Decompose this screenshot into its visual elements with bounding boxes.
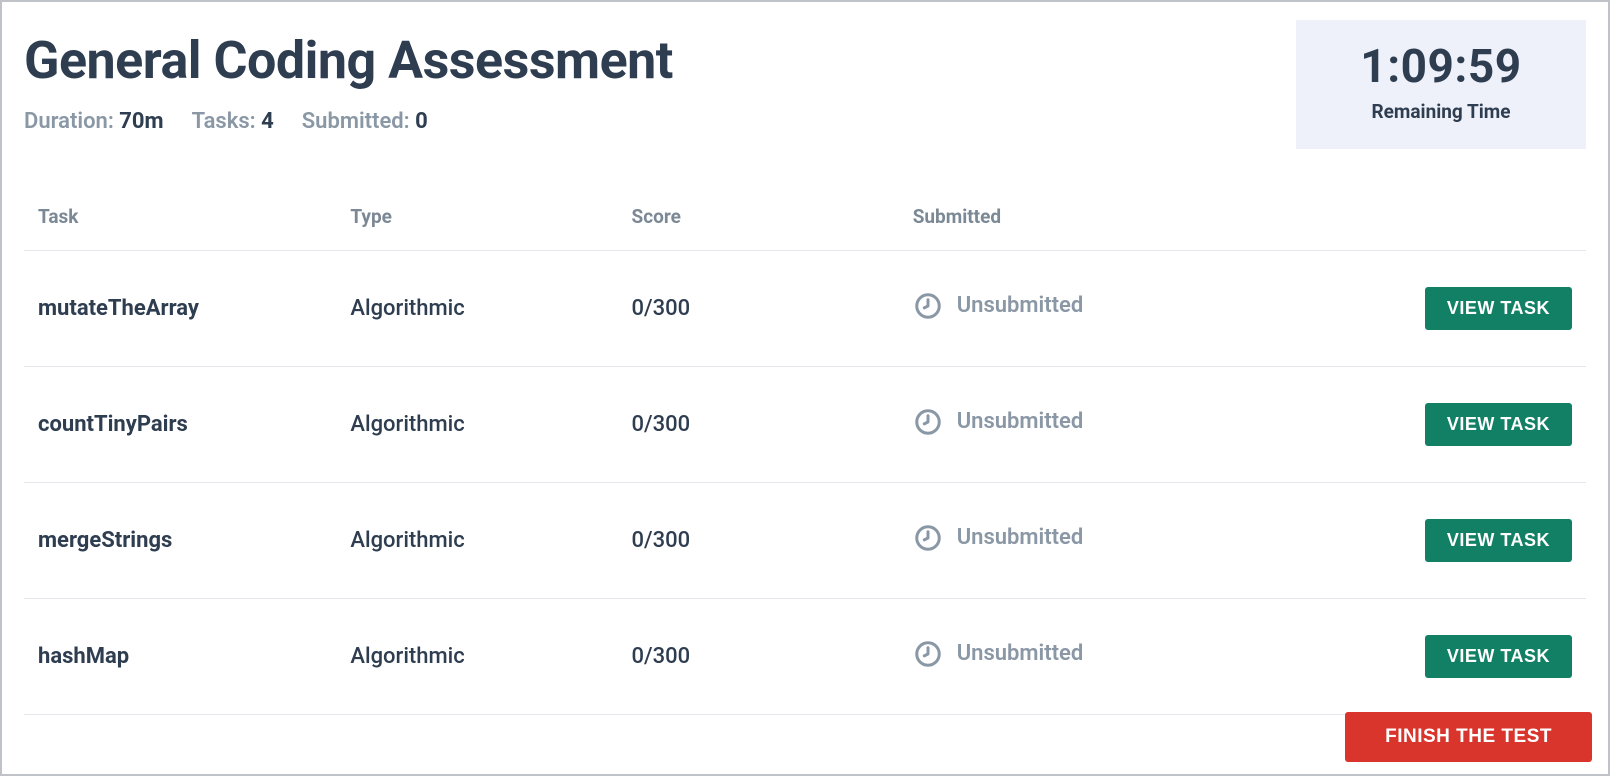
duration-label: Duration: — [24, 109, 114, 134]
task-name: countTinyPairs — [24, 367, 336, 483]
clock-icon — [913, 291, 943, 321]
view-task-button[interactable]: VIEW TASK — [1425, 287, 1572, 330]
tasks-value: 4 — [261, 109, 274, 134]
view-task-button[interactable]: VIEW TASK — [1425, 403, 1572, 446]
view-task-button[interactable]: VIEW TASK — [1425, 519, 1572, 562]
submitted-label: Submitted: — [302, 109, 410, 134]
tasks-meta: Tasks: 4 — [192, 109, 274, 134]
col-header-submitted: Submitted — [899, 189, 1336, 251]
clock-icon — [913, 523, 943, 553]
meta-row: Duration: 70m Tasks: 4 Submitted: 0 — [24, 109, 673, 134]
col-header-score: Score — [618, 189, 899, 251]
task-score: 0/300 — [618, 251, 899, 367]
task-type: Algorithmic — [336, 251, 617, 367]
submitted-status: Unsubmitted — [957, 409, 1084, 434]
task-action-cell: VIEW TASK — [1336, 367, 1586, 483]
view-task-button[interactable]: VIEW TASK — [1425, 635, 1572, 678]
table-row: hashMapAlgorithmic0/300 Unsubmitted VIEW T… — [24, 599, 1586, 715]
task-submitted: Unsubmitted — [899, 251, 1336, 367]
task-name: hashMap — [24, 599, 336, 715]
table-row: mergeStringsAlgorithmic0/300 Unsubmitted V… — [24, 483, 1586, 599]
task-table-wrap: Task Type Score Submitted mutateTheArray… — [2, 149, 1608, 715]
task-name: mergeStrings — [24, 483, 336, 599]
task-score: 0/300 — [618, 599, 899, 715]
clock-icon — [913, 639, 943, 669]
timer-box: 1:09:59 Remaining Time — [1296, 20, 1586, 149]
page-title: General Coding Assessment — [24, 30, 673, 91]
submitted-status: Unsubmitted — [957, 293, 1084, 318]
task-action-cell: VIEW TASK — [1336, 251, 1586, 367]
task-type: Algorithmic — [336, 483, 617, 599]
assessment-page: General Coding Assessment Duration: 70m … — [0, 0, 1610, 776]
task-name: mutateTheArray — [24, 251, 336, 367]
task-type: Algorithmic — [336, 367, 617, 483]
timer-label: Remaining Time — [1344, 100, 1538, 123]
duration-value: 70m — [119, 109, 163, 134]
table-header-row: Task Type Score Submitted — [24, 189, 1586, 251]
header-left: General Coding Assessment Duration: 70m … — [24, 20, 673, 134]
tasks-label: Tasks: — [192, 109, 256, 134]
duration-meta: Duration: 70m — [24, 109, 164, 134]
col-header-action — [1336, 189, 1586, 251]
task-type: Algorithmic — [336, 599, 617, 715]
task-submitted: Unsubmitted — [899, 367, 1336, 483]
task-action-cell: VIEW TASK — [1336, 599, 1586, 715]
table-row: mutateTheArrayAlgorithmic0/300 Unsubmitte… — [24, 251, 1586, 367]
submitted-value: 0 — [415, 109, 428, 134]
submitted-meta: Submitted: 0 — [302, 109, 428, 134]
col-header-task: Task — [24, 189, 336, 251]
task-score: 0/300 — [618, 367, 899, 483]
col-header-type: Type — [336, 189, 617, 251]
submitted-status: Unsubmitted — [957, 525, 1084, 550]
task-submitted: Unsubmitted — [899, 599, 1336, 715]
table-row: countTinyPairsAlgorithmic0/300 Unsubmitte… — [24, 367, 1586, 483]
finish-test-button[interactable]: FINISH THE TEST — [1345, 712, 1592, 762]
header-row: General Coding Assessment Duration: 70m … — [2, 2, 1608, 149]
task-score: 0/300 — [618, 483, 899, 599]
timer-time: 1:09:59 — [1344, 40, 1538, 94]
task-table: Task Type Score Submitted mutateTheArray… — [24, 189, 1586, 715]
task-action-cell: VIEW TASK — [1336, 483, 1586, 599]
clock-icon — [913, 407, 943, 437]
task-submitted: Unsubmitted — [899, 483, 1336, 599]
submitted-status: Unsubmitted — [957, 641, 1084, 666]
